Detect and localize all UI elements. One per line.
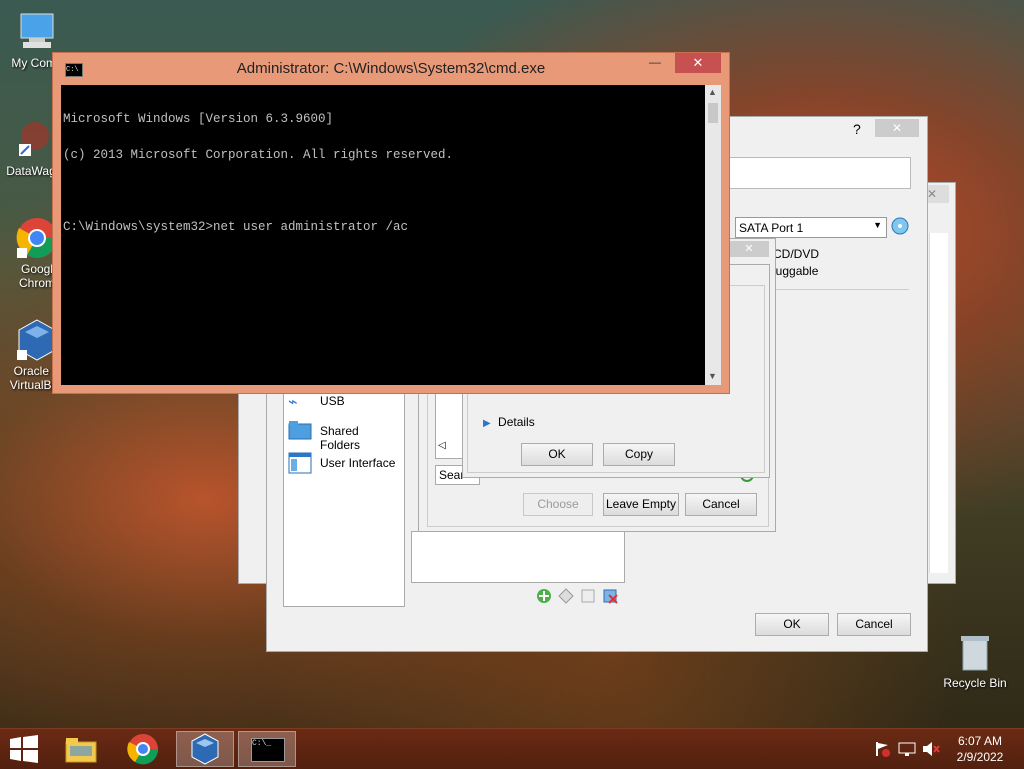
- cmd-icon: C:\_: [251, 738, 285, 762]
- taskbar: C:\_ 6:07 AM 2/9/2022: [0, 728, 1024, 769]
- settings-ok-button[interactable]: OK: [755, 613, 829, 636]
- sidebar-item-shared-folders[interactable]: Shared Folders: [288, 420, 400, 452]
- taskbar-virtualbox[interactable]: [176, 731, 234, 767]
- action-center-flag-icon[interactable]: [874, 741, 890, 760]
- triangle-right-icon: ▶: [483, 418, 491, 429]
- console-scrollbar[interactable]: ▲ ▼: [705, 85, 721, 385]
- taskbar-cmd[interactable]: C:\_: [238, 731, 296, 767]
- name-field[interactable]: [729, 157, 911, 189]
- scroll-thumb[interactable]: [708, 103, 718, 123]
- window-icon: [288, 452, 312, 474]
- details-toggle[interactable]: ▶ Details: [483, 415, 535, 429]
- add-attachment-icon[interactable]: [535, 587, 553, 608]
- computer-icon: [15, 10, 59, 54]
- sidebar-item-label: Shared Folders: [320, 424, 361, 452]
- usb-icon: ⌁: [288, 394, 298, 411]
- chrome-icon: [127, 734, 159, 765]
- console-line: (c) 2013 Microsoft Corporation. All righ…: [63, 148, 454, 162]
- scroll-down-icon[interactable]: ▼: [708, 371, 717, 381]
- close-button[interactable]: ✕: [675, 53, 721, 73]
- sidebar-item-label: User Interface: [320, 456, 396, 470]
- leave-empty-button[interactable]: Leave Empty: [603, 493, 679, 516]
- virtualbox-icon: [191, 733, 219, 765]
- cmd-title: Administrator: C:\Windows\System32\cmd.e…: [236, 60, 546, 77]
- folder-icon: [65, 738, 97, 763]
- desktop-icon-recycle-bin[interactable]: Recycle Bin: [938, 630, 1012, 690]
- settings-sidebar: ⌁ USB Shared Folders User Interface: [283, 391, 405, 607]
- chevron-down-icon: ▼: [873, 220, 882, 230]
- clock-date[interactable]: 2/9/2022: [950, 750, 1010, 764]
- message-ok-button[interactable]: OK: [521, 443, 593, 466]
- details-label: Details: [498, 415, 535, 429]
- network-icon[interactable]: [898, 741, 916, 760]
- cmd-window[interactable]: C:\ Administrator: C:\Windows\System32\c…: [52, 52, 730, 394]
- taskbar-file-explorer[interactable]: [52, 731, 110, 767]
- remove-attachment-icon[interactable]: [601, 587, 619, 608]
- sidebar-item-label: USB: [320, 394, 345, 408]
- minimize-button[interactable]: —: [641, 53, 669, 73]
- scroll-up-icon[interactable]: ▲: [708, 87, 717, 97]
- message-copy-button[interactable]: Copy: [603, 443, 675, 466]
- console-line: C:\Windows\system32>net user administrat…: [63, 220, 409, 234]
- sidebar-item-user-interface[interactable]: User Interface: [288, 452, 400, 476]
- port-select[interactable]: SATA Port 1 ▼: [735, 217, 887, 238]
- datawag-icon: [9, 118, 53, 162]
- close-icon[interactable]: ✕: [875, 119, 919, 137]
- settings-cancel-button[interactable]: Cancel: [837, 613, 911, 636]
- volume-muted-icon[interactable]: [922, 741, 940, 760]
- option-hot-pluggable: luggable: [773, 264, 819, 278]
- help-button[interactable]: ?: [853, 121, 861, 137]
- console-line: Microsoft Windows [Version 6.3.9600]: [63, 112, 334, 126]
- medium-cancel-button[interactable]: Cancel: [685, 493, 757, 516]
- choose-disk-icon[interactable]: [891, 217, 909, 238]
- scroll-left-icon[interactable]: ◁: [438, 440, 446, 451]
- close-icon[interactable]: ✕: [729, 241, 769, 257]
- console-output[interactable]: Microsoft Windows [Version 6.3.9600] (c)…: [61, 85, 705, 385]
- clock-time[interactable]: 6:07 AM: [950, 734, 1010, 748]
- recycle-bin-icon: [953, 630, 997, 674]
- taskbar-chrome[interactable]: [114, 731, 172, 767]
- sidebar-item-usb[interactable]: ⌁ USB: [288, 392, 398, 414]
- windows-logo-icon: [10, 735, 38, 763]
- port-select-value: SATA Port 1: [739, 221, 804, 235]
- storage-tree[interactable]: [411, 531, 625, 583]
- desktop-icon-label: Recycle Bin: [943, 676, 1007, 690]
- start-button[interactable]: [0, 731, 48, 767]
- folder-icon: [288, 421, 312, 440]
- option-cd-dvd: CD/DVD: [773, 247, 820, 261]
- add-drive-icon[interactable]: [557, 587, 575, 608]
- choose-button[interactable]: Choose: [523, 493, 593, 516]
- drive-icon[interactable]: [579, 587, 597, 608]
